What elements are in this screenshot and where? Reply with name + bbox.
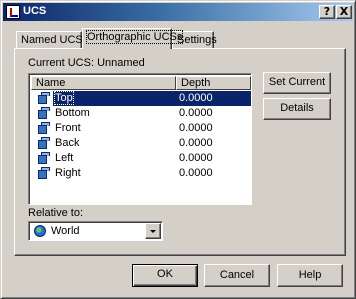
tab-orthographic-label: Orthographic UCSs: [85, 30, 184, 44]
ucs-back-icon: [38, 137, 51, 149]
set-current-button[interactable]: Set Current: [263, 72, 331, 94]
tab-named-ucss[interactable]: Named UCSs: [16, 31, 88, 49]
row-depth: 0.0000: [179, 137, 213, 149]
relative-to-dropdown[interactable]: World: [28, 221, 163, 241]
title-bar[interactable]: UCS ? X: [3, 3, 353, 21]
list-row-left[interactable]: Left 0.0000: [31, 151, 251, 166]
row-depth: 0.0000: [179, 167, 213, 179]
list-row-back[interactable]: Back 0.0000: [31, 136, 251, 151]
list-row-bottom[interactable]: Bottom 0.0000: [31, 106, 251, 121]
ucs-dialog: UCS ? X Named UCSs Orthographic UCSs Set…: [0, 0, 356, 299]
globe-icon: [34, 225, 46, 237]
row-name: Back: [55, 137, 80, 149]
row-name: Bottom: [55, 107, 90, 119]
ucs-list[interactable]: Name Depth Top 0.0000 Bottom 0.0000 Fron…: [28, 73, 252, 205]
list-row-top[interactable]: Top 0.0000: [31, 91, 251, 106]
ucs-left-icon: [38, 152, 51, 164]
ucs-bottom-icon: [38, 107, 51, 119]
tab-orthographic-ucss[interactable]: Orthographic UCSs: [82, 28, 184, 49]
row-depth: 0.0000: [179, 122, 213, 134]
row-depth: 0.0000: [179, 107, 213, 119]
relative-to-label: Relative to:: [28, 207, 84, 219]
close-button[interactable]: X: [336, 5, 352, 19]
list-row-right[interactable]: Right 0.0000: [31, 166, 251, 181]
ok-button[interactable]: OK: [132, 264, 198, 287]
details-button[interactable]: Details: [263, 98, 331, 120]
row-name: Left: [55, 152, 74, 164]
window-title: UCS: [23, 5, 47, 17]
row-depth: 0.0000: [179, 92, 213, 104]
list-row-front[interactable]: Front 0.0000: [31, 121, 251, 136]
help-title-button[interactable]: ?: [319, 5, 335, 19]
help-button[interactable]: Help: [277, 264, 343, 287]
ucs-right-icon: [38, 167, 51, 179]
current-ucs-label: Current UCS: Unnamed: [28, 57, 145, 69]
row-name: Top: [54, 91, 74, 105]
column-header-name[interactable]: Name: [31, 76, 176, 90]
column-header-depth[interactable]: Depth: [176, 76, 251, 90]
ucs-app-icon: [6, 5, 20, 19]
cancel-button[interactable]: Cancel: [204, 264, 270, 287]
ucs-front-icon: [38, 122, 51, 134]
row-name: Front: [55, 122, 81, 134]
relative-to-value: World: [51, 225, 80, 237]
chevron-down-icon[interactable]: [145, 223, 161, 239]
row-name: Right: [55, 167, 81, 179]
list-header: Name Depth: [31, 76, 251, 90]
ucs-top-icon: [38, 92, 51, 104]
row-depth: 0.0000: [179, 152, 213, 164]
